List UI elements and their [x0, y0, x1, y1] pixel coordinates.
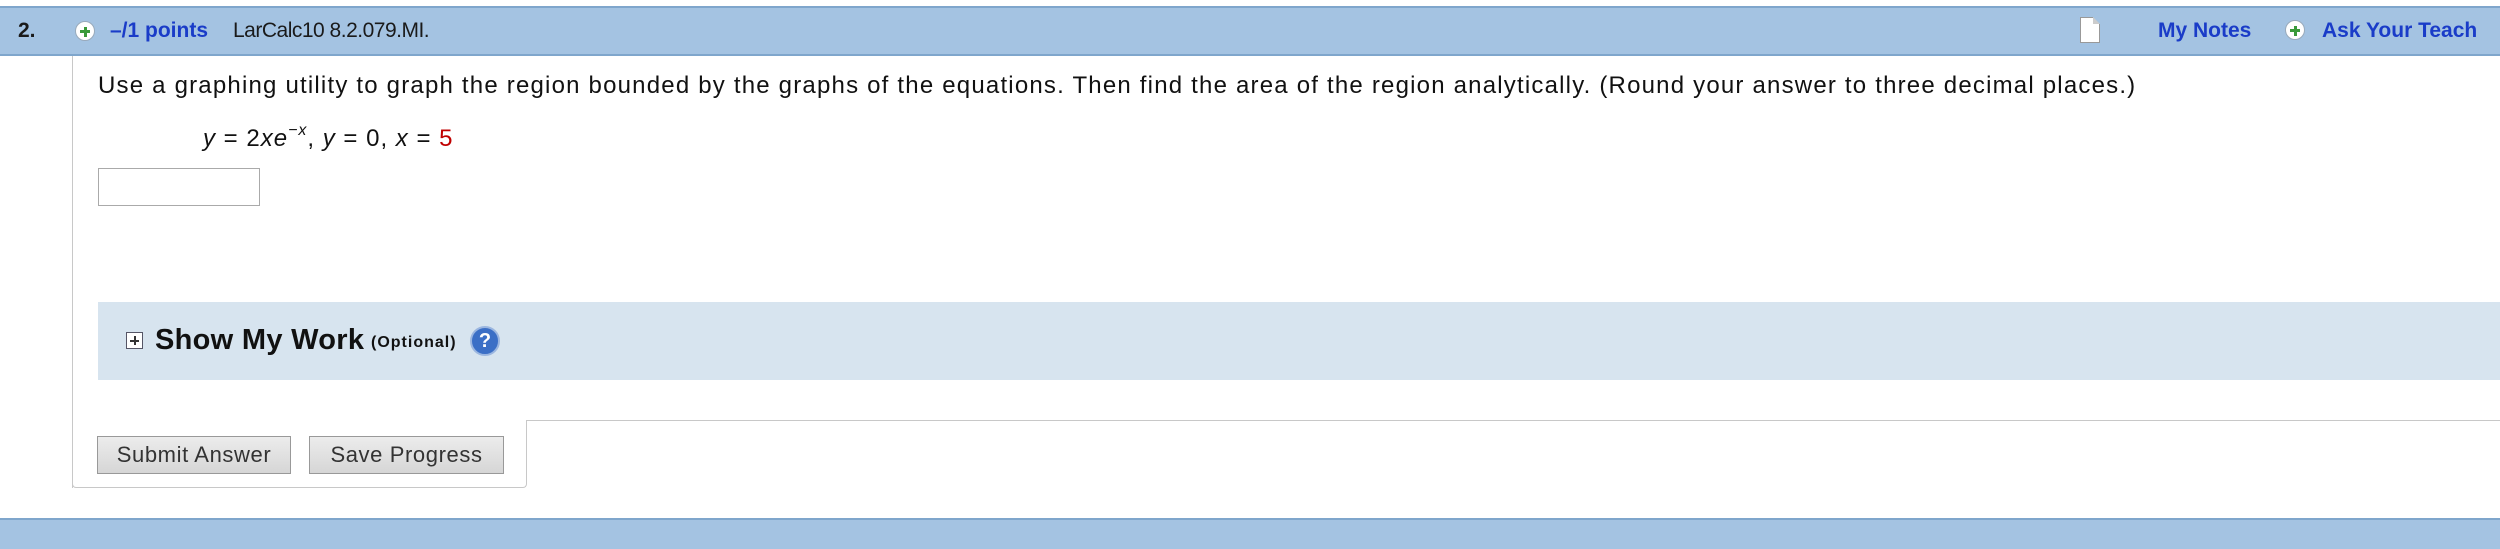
note-icon[interactable] [2080, 17, 2100, 43]
question-source: LarCalc10 8.2.079.MI. [233, 19, 430, 42]
eq-x2: x [395, 125, 409, 152]
plus-circle-icon[interactable] [75, 21, 95, 41]
eq-y2: y [322, 125, 336, 152]
eq-y1: y [203, 125, 216, 152]
show-my-work-optional: (Optional) [371, 334, 457, 351]
eq-e: e [273, 125, 289, 152]
ask-teacher-icon[interactable] [2285, 20, 2305, 40]
points-link[interactable]: –/1 points [110, 19, 208, 43]
question-circle-icon[interactable]: ? [470, 326, 500, 356]
next-question-header [0, 518, 2500, 549]
question-page: 2. –/1 points LarCalc10 8.2.079.MI. My N… [0, 0, 2500, 549]
submit-answer-button[interactable]: Submit Answer [97, 436, 291, 474]
question-header: 2. –/1 points LarCalc10 8.2.079.MI. My N… [0, 6, 2500, 56]
eq-x2-value: 5 [439, 125, 454, 152]
eq-y2-rhs: = 0, [335, 125, 396, 152]
eq-sep1: , [307, 125, 323, 152]
my-notes-link[interactable]: My Notes [2158, 19, 2251, 43]
divider [527, 420, 2500, 421]
problem-equation: y = 2xe−x, y = 0, x = 5 [203, 122, 454, 153]
eq-y1-rhs: = 2 [216, 125, 261, 152]
eq-exponent: −x [288, 122, 308, 139]
answer-input[interactable] [98, 168, 260, 206]
show-my-work-section[interactable]: Show My Work (Optional) ? [98, 302, 2500, 380]
save-progress-button[interactable]: Save Progress [309, 436, 504, 474]
eq-x2-eq: = [408, 125, 440, 152]
eq-x: x [260, 125, 274, 152]
question-number: 2. [18, 19, 36, 42]
problem-prompt: Use a graphing utility to graph the regi… [98, 72, 2137, 99]
show-my-work-title[interactable]: Show My Work [155, 324, 364, 357]
ask-teacher-link[interactable]: Ask Your Teach [2322, 19, 2477, 43]
plus-box-icon[interactable] [126, 332, 143, 349]
